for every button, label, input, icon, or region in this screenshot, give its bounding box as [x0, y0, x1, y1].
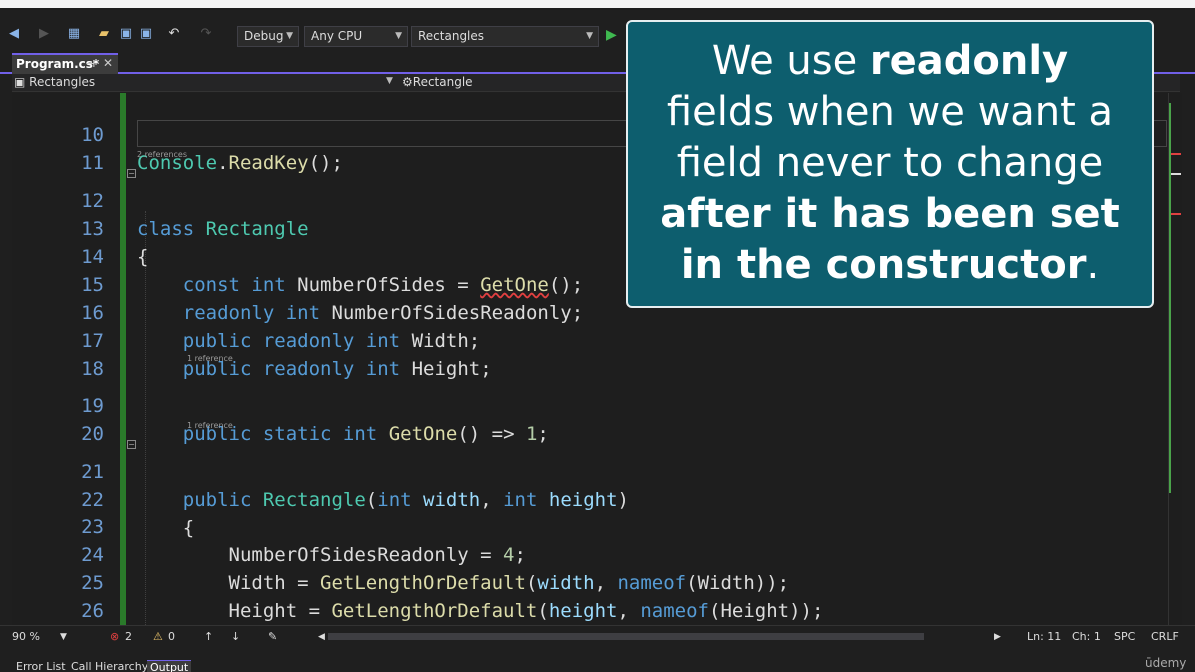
code-line: 20	[12, 392, 1168, 445]
warning-count[interactable]: 0	[168, 630, 175, 643]
collapse-icon[interactable]: −	[127, 169, 136, 178]
brush-icon[interactable]: ✎	[268, 630, 277, 643]
code-line: 22 {	[12, 458, 1168, 539]
startup-project-value: Rectangles	[418, 29, 485, 43]
column-indicator[interactable]: Ch: 1	[1072, 630, 1101, 643]
configuration-dropdown[interactable]: Debug ▼	[237, 26, 299, 47]
collapse-icon[interactable]: −	[127, 440, 136, 449]
forward-icon[interactable]: ▶	[36, 26, 52, 42]
bottom-tool-tabs: Error List Call Hierarchy Output	[0, 646, 1195, 672]
editor-status-bar: 90 % ▼ ⊗ 2 ⚠ 0 ↑ ↓ ✎ ◀ ▶ Ln: 11 Ch: 1 SP…	[0, 625, 1195, 646]
callout-line: field never to change	[676, 140, 1104, 186]
scrollbar-change-map	[1169, 103, 1171, 493]
code-line: 25 Height = GetLengthOrDefault(height, n…	[12, 541, 1168, 622]
callout-line: in the constructor.	[680, 242, 1100, 288]
explanation-callout: We use readonly fields when we want a fi…	[626, 20, 1154, 308]
start-debug-icon[interactable]: ▶	[606, 27, 617, 43]
code-line: 24 Width = GetLengthOrDefault(width, nam…	[12, 513, 1168, 594]
project-nav-label: Rectangles	[29, 75, 96, 89]
callout-line: fields when we want a	[666, 89, 1114, 135]
open-folder-icon[interactable]: ▰	[96, 26, 112, 42]
undo-icon[interactable]: ↶	[166, 26, 182, 42]
save-all-icon[interactable]: ▣	[138, 26, 154, 42]
error-marker	[1171, 213, 1181, 215]
down-arrow-icon[interactable]: ↓	[231, 630, 240, 643]
chevron-down-icon: ▼	[286, 31, 293, 41]
tab-error-list[interactable]: Error List	[16, 660, 66, 672]
zoom-level[interactable]: 90 %	[12, 630, 40, 643]
code-line: 21 public Rectangle(int width, int heigh…	[12, 430, 1168, 511]
line-indicator[interactable]: Ln: 11	[1027, 630, 1061, 643]
startup-project-dropdown[interactable]: Rectangles ▼	[411, 26, 599, 47]
up-arrow-icon[interactable]: ↑	[204, 630, 213, 643]
type-nav-dropdown[interactable]: ⚙Rectangle	[402, 75, 473, 89]
chevron-down-icon[interactable]: ▼	[60, 632, 67, 642]
window-top-strip	[0, 0, 1195, 8]
platform-dropdown[interactable]: Any CPU ▼	[304, 26, 408, 47]
new-project-icon[interactable]: ▦	[66, 26, 82, 42]
platform-value: Any CPU	[311, 29, 363, 43]
vertical-scrollbar[interactable]	[1168, 93, 1182, 625]
code-lens-references[interactable]: 1 reference	[187, 354, 233, 363]
error-marker	[1171, 153, 1181, 155]
caret-marker	[1171, 173, 1181, 175]
warning-icon[interactable]: ⚠	[153, 630, 163, 643]
type-nav-label: Rectangle	[412, 75, 473, 89]
back-icon[interactable]: ◀	[6, 26, 22, 42]
tab-output[interactable]: Output	[147, 660, 192, 672]
code-line: 18	[12, 327, 1168, 380]
pin-icon[interactable]: ⊣	[86, 56, 95, 73]
configuration-value: Debug	[244, 29, 284, 43]
code-lens-references[interactable]: 2 references	[137, 150, 187, 159]
save-icon[interactable]: ▣	[118, 26, 134, 42]
code-line: 27	[12, 597, 1168, 625]
code-line: 23 NumberOfSidesReadonly = 4;	[12, 485, 1168, 566]
tab-program-cs[interactable]: Program.cs* ⊣ ✕	[12, 53, 118, 74]
chevron-down-icon: ▼	[586, 31, 593, 41]
code-line: 26 }	[12, 569, 1168, 622]
whitespace-indicator[interactable]: SPC	[1114, 630, 1135, 643]
scroll-left-icon[interactable]: ◀	[318, 632, 325, 642]
line-ending-indicator[interactable]: CRLF	[1151, 630, 1179, 643]
code-line: 19 public static int GetOne() => 1;	[12, 364, 1168, 445]
error-count[interactable]: 2	[125, 630, 132, 643]
error-icon[interactable]: ⊗	[110, 630, 119, 643]
scroll-right-icon[interactable]: ▶	[994, 632, 1001, 642]
udemy-watermark: ūdemy	[1145, 656, 1187, 670]
horizontal-scrollbar[interactable]	[328, 633, 924, 640]
callout-line: We use readonly	[711, 38, 1069, 84]
chevron-down-icon[interactable]: ▼	[386, 76, 393, 86]
chevron-down-icon: ▼	[395, 31, 402, 41]
tab-call-hierarchy[interactable]: Call Hierarchy	[71, 660, 148, 672]
redo-icon[interactable]: ↷	[198, 26, 214, 42]
code-lens-references[interactable]: 1 reference	[187, 421, 233, 430]
project-nav-dropdown[interactable]: ▣ Rectangles	[14, 75, 95, 89]
callout-line: after it has been set	[660, 191, 1120, 237]
close-icon[interactable]: ✕	[103, 55, 113, 72]
